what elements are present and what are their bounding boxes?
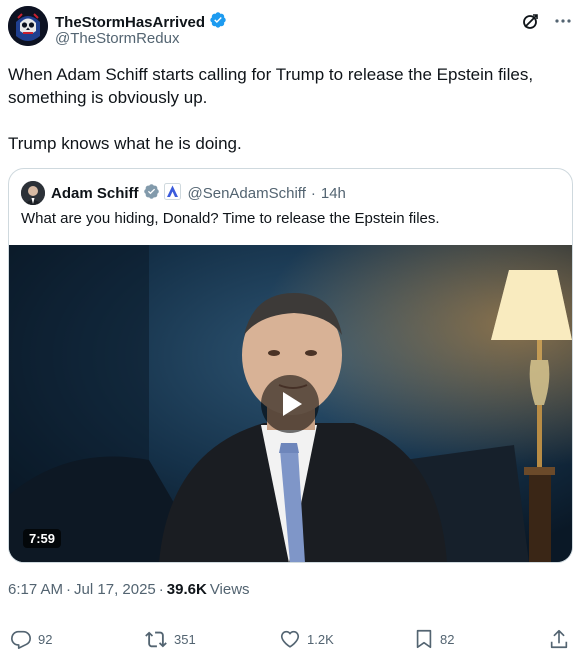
repost-icon (145, 631, 167, 648)
repost-count: 351 (174, 631, 196, 647)
quoted-author-avatar (21, 181, 45, 205)
quoted-author-name: Adam Schiff (51, 184, 139, 202)
more-icon[interactable] (554, 12, 572, 30)
author-display-name[interactable]: TheStormHasArrived (55, 14, 205, 31)
senate-affiliation-icon (163, 182, 181, 204)
video-player[interactable]: 7:59 (9, 245, 572, 562)
play-icon (283, 392, 302, 416)
tweet-text-line: When Adam Schiff starts calling for Trum… (8, 65, 534, 84)
quoted-time: 14h (320, 184, 346, 202)
tweet-text-line: something is obviously up. (8, 88, 208, 107)
reply-icon (11, 630, 31, 649)
share-button[interactable] (549, 628, 569, 650)
like-button[interactable]: 1.2K (279, 628, 334, 650)
author-avatar[interactable] (8, 6, 48, 46)
post-date[interactable]: Jul 17, 2025 (74, 581, 156, 598)
tweet-header: TheStormHasArrived @TheStormRedux (8, 6, 578, 48)
quoted-tweet-header: Adam Schiff @SenAdamSchiff · 14h (21, 181, 346, 205)
repost-button[interactable]: 351 (144, 628, 196, 650)
bookmark-count: 82 (440, 631, 455, 647)
tweet-text-line: Trump knows what he is doing. (8, 134, 242, 153)
video-duration-badge: 7:59 (23, 529, 62, 548)
quoted-tweet-text: What are you hiding, Donald? Time to rel… (21, 210, 440, 227)
quoted-tweet[interactable]: Adam Schiff @SenAdamSchiff · 14h What ar… (8, 168, 573, 563)
tweet-actions: 92 351 1.2K 82 (8, 628, 573, 654)
bookmark-button[interactable]: 82 (414, 628, 454, 650)
reply-count: 92 (38, 631, 53, 647)
share-icon (550, 629, 568, 649)
bookmark-icon (416, 629, 432, 649)
gray-verified-badge-icon (143, 183, 160, 204)
play-button[interactable] (261, 375, 319, 433)
meta-separator: · (66, 581, 72, 598)
heart-icon (280, 630, 300, 648)
quoted-meta-separator: · (310, 184, 316, 202)
like-count: 1.2K (307, 631, 334, 647)
grok-icon[interactable] (522, 12, 540, 30)
meta-separator: · (158, 581, 164, 598)
header-actions (522, 12, 572, 30)
post-time[interactable]: 6:17 AM (8, 581, 63, 598)
quoted-author-handle: @SenAdamSchiff (187, 184, 306, 202)
tweet-body: When Adam Schiff starts calling for Trum… (8, 63, 568, 155)
views-count: 39.6K (166, 581, 207, 598)
verified-badge-icon (209, 11, 227, 34)
views-label: Views (209, 581, 250, 598)
tweet-timestamp: 6:17 AM · Jul 17, 2025 · 39.6K Views (8, 581, 250, 598)
reply-button[interactable]: 92 (10, 628, 52, 650)
author-handle[interactable]: @TheStormRedux (55, 30, 179, 47)
